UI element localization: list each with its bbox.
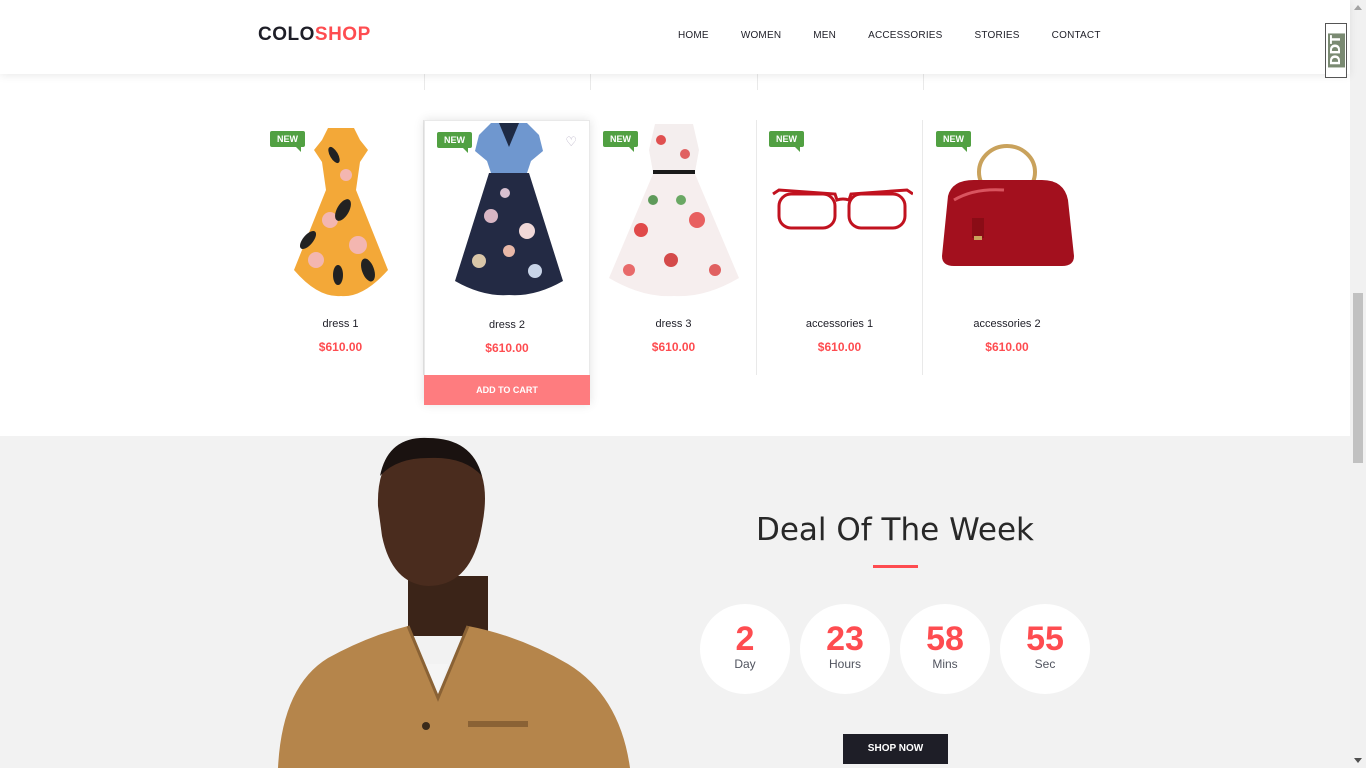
timer-mins: 58 Mins	[900, 604, 990, 694]
product-name[interactable]: dress 3	[591, 318, 756, 330]
product-card[interactable]: NEW accessories 1 $610.00	[757, 120, 923, 375]
timer-day: 2 Day	[700, 604, 790, 694]
nav-women[interactable]: WOMEN	[725, 30, 797, 41]
ddt-extension-badge[interactable]: DDT	[1325, 23, 1347, 78]
grid-divider	[923, 74, 924, 90]
nav-accessories[interactable]: ACCESSORIES	[852, 30, 958, 41]
timer-label: Hours	[828, 657, 861, 671]
product-name[interactable]: accessories 2	[924, 318, 1090, 330]
timer-value: 55	[1026, 620, 1064, 658]
product-card[interactable]: NEW accessories 2 $610.00	[924, 120, 1090, 375]
product-price: $610.00	[485, 341, 529, 355]
product-card[interactable]: NEW dress 3 $610.00	[591, 120, 757, 375]
heart-icon[interactable]: ♡	[565, 134, 577, 150]
dress-image	[455, 123, 563, 296]
timer-sec: 55 Sec	[1000, 604, 1090, 694]
timer-label: Mins	[932, 657, 958, 671]
ddt-badge-label: DDT	[1327, 33, 1345, 68]
glasses-image	[772, 188, 913, 230]
product-name[interactable]: accessories 1	[757, 318, 922, 330]
product-price: $610.00	[817, 340, 862, 354]
title-underline	[873, 565, 918, 568]
logo-text-part1: COLO	[258, 24, 315, 45]
timer-value: 2	[735, 620, 755, 658]
nav-home[interactable]: HOME	[662, 30, 725, 41]
nav-stories[interactable]: STORIES	[959, 30, 1036, 41]
product-name[interactable]: dress 1	[258, 318, 423, 330]
product-card[interactable]: NEW ♡ dress 2 $610.00 ADD TO CART	[424, 120, 590, 405]
deal-title: Deal Of The Week	[755, 512, 1035, 548]
timer-value: 58	[926, 620, 964, 658]
main-nav: HOME WOMEN MEN ACCESSORIES STORIES CONTA…	[662, 30, 1117, 41]
new-badge: NEW	[936, 131, 971, 152]
scroll-up-arrow[interactable]	[1350, 0, 1366, 16]
timer-hours: 23 Hours	[800, 604, 890, 694]
dress-image	[294, 128, 388, 297]
scroll-down-arrow[interactable]	[1350, 752, 1366, 768]
product-price: $610.00	[985, 340, 1029, 354]
timer-label: Day	[734, 657, 756, 671]
product-price: $610.00	[318, 340, 363, 354]
timer-label: Sec	[1034, 657, 1056, 671]
product-price: $610.00	[651, 340, 696, 354]
nav-contact[interactable]: CONTACT	[1036, 30, 1117, 41]
logo-text-part2: SHOP	[314, 24, 371, 45]
grid-divider	[424, 74, 425, 90]
handbag-image	[942, 144, 1074, 266]
logo[interactable]: COLOSHOP	[258, 24, 371, 46]
timer-value: 23	[826, 620, 864, 658]
countdown-timer: 2 Day 23 Hours 58 Mins 55 Sec	[700, 604, 1090, 694]
page-scrollbar[interactable]	[1350, 0, 1366, 768]
grid-divider	[590, 74, 591, 90]
deal-of-week-section: Deal Of The Week 2 Day 23 Hours 58 Mins …	[0, 436, 1350, 768]
nav-men[interactable]: MEN	[797, 30, 852, 41]
new-badge: NEW	[270, 131, 305, 152]
shop-now-button[interactable]: SHOP NOW	[843, 734, 948, 764]
product-name[interactable]: dress 2	[425, 319, 589, 331]
new-badge: NEW	[603, 131, 638, 152]
product-card[interactable]: NEW dress 1 $610.00	[258, 120, 424, 375]
new-badge: NEW	[769, 131, 804, 152]
product-grid: NEW dress 1 $610.00 NEW ♡ dress 2 $610.0…	[258, 120, 1091, 405]
grid-divider	[757, 74, 758, 90]
site-header: COLOSHOP HOME WOMEN MEN ACCESSORIES STOR…	[0, 0, 1350, 78]
model-image	[278, 437, 630, 768]
dress-image	[609, 124, 739, 297]
add-to-cart-button[interactable]: ADD TO CART	[424, 375, 590, 405]
new-badge: NEW	[437, 132, 472, 153]
scroll-thumb[interactable]	[1353, 293, 1363, 463]
